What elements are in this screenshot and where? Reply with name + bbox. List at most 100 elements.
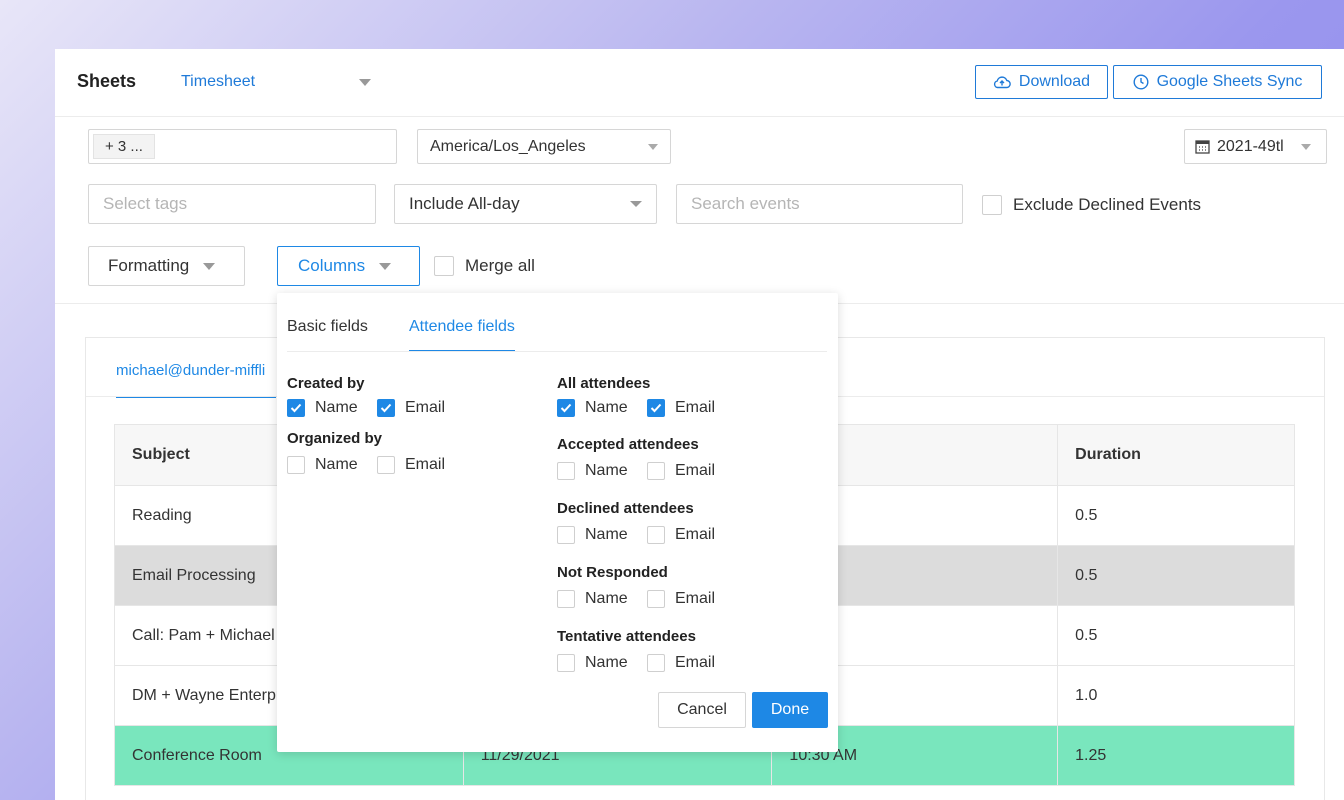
sheet-select[interactable]: Timesheet <box>181 73 371 91</box>
exclude-declined-checkbox[interactable] <box>982 195 1002 215</box>
checkbox[interactable] <box>377 456 395 474</box>
filters-panel: + 3 ... America/Los_Angeles 2021-49tl Se… <box>55 117 1344 304</box>
sheet-select-value: Timesheet <box>181 73 256 90</box>
cell-duration: 0.5 <box>1057 605 1295 666</box>
formatting-label: Formatting <box>108 256 190 275</box>
section-title: Created by <box>287 375 365 392</box>
section-title: Declined attendees <box>557 500 694 517</box>
cell-duration: 1.25 <box>1057 725 1295 786</box>
checkbox[interactable] <box>557 590 575 608</box>
created-by-email-option[interactable]: Email <box>377 399 445 417</box>
not-responded-email-option[interactable]: Email <box>647 590 715 608</box>
chevron-down-icon <box>359 78 371 86</box>
merge-all-label: Merge all <box>465 256 535 275</box>
tags-select[interactable]: Select tags <box>88 184 376 224</box>
allday-value: Include All-day <box>409 194 520 213</box>
calendar-tab-label: michael@dunder-miffli <box>116 362 266 379</box>
download-button[interactable]: Download <box>975 65 1108 99</box>
merge-all-option[interactable]: Merge all <box>434 256 535 276</box>
all-attendees-name-option[interactable]: Name <box>557 399 628 417</box>
option-label: Email <box>405 456 446 473</box>
option-label: Name <box>585 526 628 543</box>
checkbox[interactable] <box>287 456 305 474</box>
search-events-input[interactable]: Search events <box>676 184 963 224</box>
page-title: Sheets <box>77 71 137 91</box>
option-label: Email <box>675 526 716 543</box>
columns-label: Columns <box>298 256 366 275</box>
option-label: Email <box>675 462 716 479</box>
top-bar: Sheets Timesheet Download Google Sheets … <box>55 49 1344 117</box>
accepted-attendees-name-option[interactable]: Name <box>557 462 628 480</box>
tab-attendee-fields[interactable]: Attendee fields <box>409 318 515 352</box>
checkbox[interactable] <box>647 654 665 672</box>
search-placeholder: Search events <box>691 194 800 213</box>
option-label: Email <box>405 399 446 416</box>
declined-attendees-email-option[interactable]: Email <box>647 526 715 544</box>
tags-placeholder: Select tags <box>103 194 188 213</box>
not-responded-name-option[interactable]: Name <box>557 590 628 608</box>
done-button[interactable]: Done <box>752 692 828 728</box>
timezone-value: America/Los_Angeles <box>430 137 586 155</box>
date-range-picker[interactable]: 2021-49tl <box>1184 129 1327 164</box>
columns-popup: Basic fields Attendee fields Created by … <box>277 293 838 752</box>
tab-calendar-account[interactable]: michael@dunder-miffli <box>116 362 276 398</box>
download-label: Download <box>1018 73 1091 90</box>
option-label: Email <box>675 654 716 671</box>
cell-duration: 0.5 <box>1057 485 1295 546</box>
option-label: Name <box>315 456 358 473</box>
exclude-declined-label: Exclude Declined Events <box>1013 195 1202 214</box>
checkbox[interactable] <box>647 526 665 544</box>
date-range-value: 2021-49tl <box>1217 137 1284 155</box>
organized-by-email-option[interactable]: Email <box>377 456 445 474</box>
section-title: Not Responded <box>557 564 668 581</box>
calendars-select[interactable]: + 3 ... <box>88 129 397 164</box>
section-title: Organized by <box>287 430 383 447</box>
accepted-attendees-email-option[interactable]: Email <box>647 462 715 480</box>
checkbox-checked[interactable] <box>377 399 395 417</box>
check-icon <box>290 403 302 413</box>
declined-attendees-name-option[interactable]: Name <box>557 526 628 544</box>
formatting-button[interactable]: Formatting <box>88 246 245 286</box>
columns-button[interactable]: Columns <box>277 246 420 286</box>
exclude-declined-option[interactable]: Exclude Declined Events <box>982 195 1201 215</box>
cloud-upload-icon <box>993 76 1011 89</box>
created-by-name-option[interactable]: Name <box>287 399 358 417</box>
sync-label: Google Sheets Sync <box>1156 73 1303 90</box>
chevron-down-icon <box>648 143 658 150</box>
checkbox[interactable] <box>647 462 665 480</box>
tentative-attendees-email-option[interactable]: Email <box>647 654 715 672</box>
column-header-duration[interactable]: Duration <box>1057 424 1295 486</box>
chevron-down-icon <box>379 262 392 270</box>
checkbox[interactable] <box>557 462 575 480</box>
allday-select[interactable]: Include All-day <box>394 184 657 224</box>
checkbox[interactable] <box>557 654 575 672</box>
cancel-button[interactable]: Cancel <box>658 692 746 728</box>
check-icon <box>650 403 662 413</box>
checkbox[interactable] <box>647 590 665 608</box>
option-label: Name <box>315 399 358 416</box>
option-label: Name <box>585 462 628 479</box>
chevron-down-icon <box>1301 143 1311 150</box>
check-icon <box>380 403 392 413</box>
checkbox-checked[interactable] <box>557 399 575 417</box>
option-label: Name <box>585 654 628 671</box>
checkbox-checked[interactable] <box>287 399 305 417</box>
tab-basic-fields[interactable]: Basic fields <box>287 318 368 336</box>
checkbox[interactable] <box>557 526 575 544</box>
tentative-attendees-name-option[interactable]: Name <box>557 654 628 672</box>
calendar-icon <box>1195 140 1210 154</box>
google-sheets-sync-button[interactable]: Google Sheets Sync <box>1113 65 1322 99</box>
calendars-chip[interactable]: + 3 ... <box>93 134 155 159</box>
section-title: All attendees <box>557 375 651 392</box>
option-label: Name <box>585 590 628 607</box>
checkbox-checked[interactable] <box>647 399 665 417</box>
all-attendees-email-option[interactable]: Email <box>647 399 715 417</box>
section-title: Accepted attendees <box>557 436 699 453</box>
cell-duration: 0.5 <box>1057 545 1295 606</box>
clock-icon <box>1133 74 1149 90</box>
organized-by-name-option[interactable]: Name <box>287 456 358 474</box>
chevron-down-icon <box>630 201 642 207</box>
merge-all-checkbox[interactable] <box>434 256 454 276</box>
option-label: Email <box>675 590 716 607</box>
timezone-select[interactable]: America/Los_Angeles <box>417 129 671 164</box>
